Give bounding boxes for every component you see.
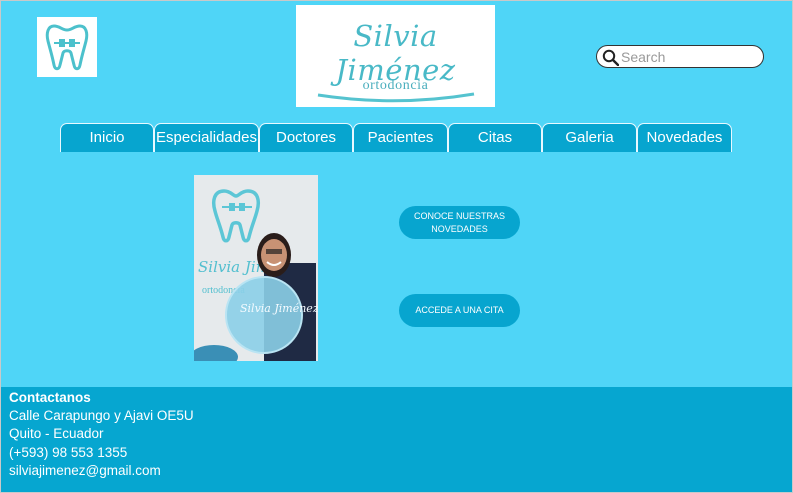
news-button[interactable]: CONOCE NUESTRAS NOVEDADES xyxy=(399,206,520,239)
brand-logo[interactable]: Silvia Jiménez ortodoncia xyxy=(296,5,495,107)
tooth-braces-icon xyxy=(45,24,89,71)
tooth-logo[interactable] xyxy=(37,17,97,77)
brand-swoosh xyxy=(317,92,475,103)
balloon-text: Silvia Jiménez xyxy=(240,302,318,315)
appointment-button[interactable]: ACCEDE A UNA CITA xyxy=(399,294,520,327)
footer-city: Quito - Ecuador xyxy=(9,426,104,441)
search-icon xyxy=(602,49,619,66)
tab-novedades[interactable]: Novedades xyxy=(637,123,732,152)
brand-name: Silvia Jiménez xyxy=(335,19,456,87)
tab-pacientes[interactable]: Pacientes xyxy=(353,123,448,152)
footer-email: silviajimenez@gmail.com xyxy=(9,463,161,478)
search-box[interactable] xyxy=(596,45,764,68)
clinic-photo: Silvia Jiménez ortodoncia Silvia Jiménez xyxy=(194,175,318,361)
footer-address: Calle Carapungo y Ajavi OE5U xyxy=(9,408,194,423)
tab-galeria[interactable]: Galeria xyxy=(542,123,637,152)
search-input[interactable] xyxy=(621,48,759,65)
tab-inicio[interactable]: Inicio xyxy=(60,123,154,152)
footer: Contactanos Calle Carapungo y Ajavi OE5U… xyxy=(1,387,792,492)
page: Silvia Jiménez ortodoncia Inicio Especia… xyxy=(0,0,793,493)
footer-phone: (+593) 98 553 1355 xyxy=(9,445,128,460)
clinic-photo-art: Silvia Jiménez ortodoncia Silvia Jiménez xyxy=(194,175,318,361)
tab-citas[interactable]: Citas xyxy=(448,123,542,152)
tab-doctores[interactable]: Doctores xyxy=(259,123,353,152)
tab-especialidades[interactable]: Especialidades xyxy=(154,123,259,152)
footer-heading: Contactanos xyxy=(9,390,91,405)
